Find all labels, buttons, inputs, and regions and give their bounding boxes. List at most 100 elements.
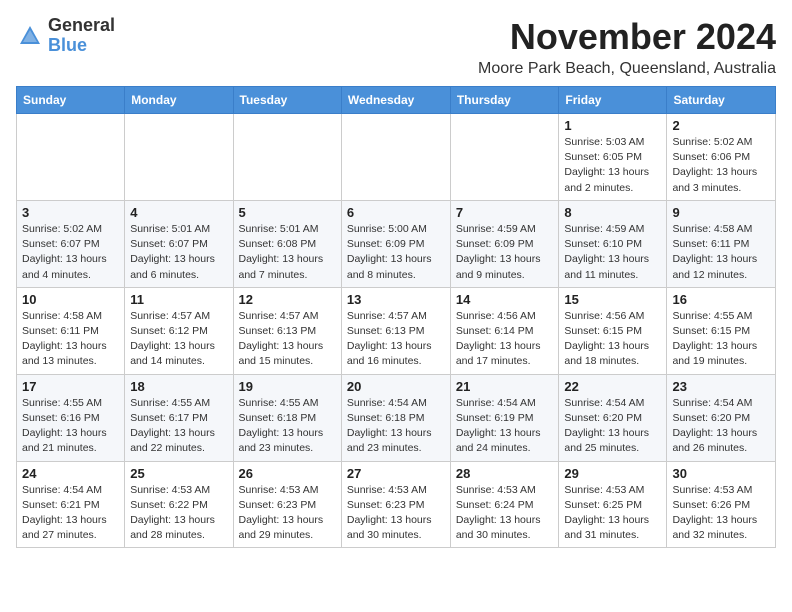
calendar-cell: 11 Sunrise: 4:57 AMSunset: 6:12 PMDaylig… bbox=[125, 287, 233, 374]
calendar-cell bbox=[125, 114, 233, 201]
calendar-cell: 3 Sunrise: 5:02 AMSunset: 6:07 PMDayligh… bbox=[17, 200, 125, 287]
calendar-cell: 12 Sunrise: 4:57 AMSunset: 6:13 PMDaylig… bbox=[233, 287, 341, 374]
day-detail: Sunrise: 4:56 AMSunset: 6:14 PMDaylight:… bbox=[456, 310, 541, 368]
calendar-cell: 8 Sunrise: 4:59 AMSunset: 6:10 PMDayligh… bbox=[559, 200, 667, 287]
day-detail: Sunrise: 4:53 AMSunset: 6:26 PMDaylight:… bbox=[672, 484, 757, 542]
calendar-cell bbox=[233, 114, 341, 201]
weekday-header: Saturday bbox=[667, 87, 776, 114]
page-header: General Blue November 2024 Moore Park Be… bbox=[16, 16, 776, 78]
day-number: 11 bbox=[130, 292, 227, 307]
logo: General Blue bbox=[16, 16, 115, 56]
day-number: 10 bbox=[22, 292, 119, 307]
day-number: 8 bbox=[564, 205, 661, 220]
logo-icon bbox=[16, 22, 44, 50]
day-detail: Sunrise: 5:02 AMSunset: 6:07 PMDaylight:… bbox=[22, 223, 107, 281]
logo-text: General Blue bbox=[48, 16, 115, 56]
day-detail: Sunrise: 4:56 AMSunset: 6:15 PMDaylight:… bbox=[564, 310, 649, 368]
calendar-cell: 9 Sunrise: 4:58 AMSunset: 6:11 PMDayligh… bbox=[667, 200, 776, 287]
day-number: 23 bbox=[672, 379, 770, 394]
day-number: 24 bbox=[22, 466, 119, 481]
day-detail: Sunrise: 4:58 AMSunset: 6:11 PMDaylight:… bbox=[22, 310, 107, 368]
calendar-cell: 1 Sunrise: 5:03 AMSunset: 6:05 PMDayligh… bbox=[559, 114, 667, 201]
calendar-table: SundayMondayTuesdayWednesdayThursdayFrid… bbox=[16, 86, 776, 548]
day-number: 16 bbox=[672, 292, 770, 307]
day-detail: Sunrise: 4:54 AMSunset: 6:18 PMDaylight:… bbox=[347, 397, 432, 455]
day-number: 3 bbox=[22, 205, 119, 220]
calendar-week-row: 3 Sunrise: 5:02 AMSunset: 6:07 PMDayligh… bbox=[17, 200, 776, 287]
calendar-cell bbox=[17, 114, 125, 201]
calendar-cell: 5 Sunrise: 5:01 AMSunset: 6:08 PMDayligh… bbox=[233, 200, 341, 287]
calendar-cell: 14 Sunrise: 4:56 AMSunset: 6:14 PMDaylig… bbox=[450, 287, 559, 374]
calendar-cell: 10 Sunrise: 4:58 AMSunset: 6:11 PMDaylig… bbox=[17, 287, 125, 374]
day-number: 1 bbox=[564, 118, 661, 133]
day-detail: Sunrise: 4:53 AMSunset: 6:24 PMDaylight:… bbox=[456, 484, 541, 542]
weekday-header: Friday bbox=[559, 87, 667, 114]
day-number: 27 bbox=[347, 466, 445, 481]
calendar-cell: 19 Sunrise: 4:55 AMSunset: 6:18 PMDaylig… bbox=[233, 374, 341, 461]
day-detail: Sunrise: 4:57 AMSunset: 6:13 PMDaylight:… bbox=[347, 310, 432, 368]
day-number: 5 bbox=[239, 205, 336, 220]
day-detail: Sunrise: 5:01 AMSunset: 6:08 PMDaylight:… bbox=[239, 223, 324, 281]
calendar-cell: 28 Sunrise: 4:53 AMSunset: 6:24 PMDaylig… bbox=[450, 461, 559, 548]
weekday-header: Tuesday bbox=[233, 87, 341, 114]
weekday-header: Monday bbox=[125, 87, 233, 114]
day-number: 18 bbox=[130, 379, 227, 394]
calendar-cell: 16 Sunrise: 4:55 AMSunset: 6:15 PMDaylig… bbox=[667, 287, 776, 374]
day-number: 7 bbox=[456, 205, 554, 220]
day-number: 2 bbox=[672, 118, 770, 133]
day-number: 25 bbox=[130, 466, 227, 481]
day-detail: Sunrise: 4:54 AMSunset: 6:20 PMDaylight:… bbox=[564, 397, 649, 455]
day-number: 22 bbox=[564, 379, 661, 394]
calendar-cell bbox=[341, 114, 450, 201]
day-detail: Sunrise: 4:59 AMSunset: 6:09 PMDaylight:… bbox=[456, 223, 541, 281]
logo-general-text: General bbox=[48, 15, 115, 35]
calendar-cell: 6 Sunrise: 5:00 AMSunset: 6:09 PMDayligh… bbox=[341, 200, 450, 287]
day-detail: Sunrise: 4:55 AMSunset: 6:16 PMDaylight:… bbox=[22, 397, 107, 455]
calendar-week-row: 17 Sunrise: 4:55 AMSunset: 6:16 PMDaylig… bbox=[17, 374, 776, 461]
day-number: 28 bbox=[456, 466, 554, 481]
day-number: 9 bbox=[672, 205, 770, 220]
day-detail: Sunrise: 4:53 AMSunset: 6:25 PMDaylight:… bbox=[564, 484, 649, 542]
calendar-header-row: SundayMondayTuesdayWednesdayThursdayFrid… bbox=[17, 87, 776, 114]
day-number: 12 bbox=[239, 292, 336, 307]
day-number: 20 bbox=[347, 379, 445, 394]
calendar-week-row: 24 Sunrise: 4:54 AMSunset: 6:21 PMDaylig… bbox=[17, 461, 776, 548]
day-number: 13 bbox=[347, 292, 445, 307]
day-detail: Sunrise: 4:55 AMSunset: 6:18 PMDaylight:… bbox=[239, 397, 324, 455]
day-number: 14 bbox=[456, 292, 554, 307]
day-detail: Sunrise: 5:01 AMSunset: 6:07 PMDaylight:… bbox=[130, 223, 215, 281]
title-block: November 2024 Moore Park Beach, Queensla… bbox=[478, 16, 776, 78]
calendar-cell: 21 Sunrise: 4:54 AMSunset: 6:19 PMDaylig… bbox=[450, 374, 559, 461]
weekday-header: Sunday bbox=[17, 87, 125, 114]
day-detail: Sunrise: 4:53 AMSunset: 6:22 PMDaylight:… bbox=[130, 484, 215, 542]
calendar-week-row: 10 Sunrise: 4:58 AMSunset: 6:11 PMDaylig… bbox=[17, 287, 776, 374]
day-number: 21 bbox=[456, 379, 554, 394]
calendar-cell: 4 Sunrise: 5:01 AMSunset: 6:07 PMDayligh… bbox=[125, 200, 233, 287]
day-detail: Sunrise: 4:57 AMSunset: 6:13 PMDaylight:… bbox=[239, 310, 324, 368]
day-detail: Sunrise: 4:53 AMSunset: 6:23 PMDaylight:… bbox=[239, 484, 324, 542]
calendar-cell: 26 Sunrise: 4:53 AMSunset: 6:23 PMDaylig… bbox=[233, 461, 341, 548]
day-detail: Sunrise: 4:57 AMSunset: 6:12 PMDaylight:… bbox=[130, 310, 215, 368]
day-detail: Sunrise: 5:00 AMSunset: 6:09 PMDaylight:… bbox=[347, 223, 432, 281]
calendar-cell: 22 Sunrise: 4:54 AMSunset: 6:20 PMDaylig… bbox=[559, 374, 667, 461]
day-number: 30 bbox=[672, 466, 770, 481]
calendar-cell: 27 Sunrise: 4:53 AMSunset: 6:23 PMDaylig… bbox=[341, 461, 450, 548]
day-detail: Sunrise: 4:55 AMSunset: 6:17 PMDaylight:… bbox=[130, 397, 215, 455]
calendar-cell: 29 Sunrise: 4:53 AMSunset: 6:25 PMDaylig… bbox=[559, 461, 667, 548]
calendar-cell: 30 Sunrise: 4:53 AMSunset: 6:26 PMDaylig… bbox=[667, 461, 776, 548]
day-detail: Sunrise: 5:03 AMSunset: 6:05 PMDaylight:… bbox=[564, 136, 649, 194]
day-number: 26 bbox=[239, 466, 336, 481]
logo-blue-text: Blue bbox=[48, 35, 87, 55]
calendar-cell: 24 Sunrise: 4:54 AMSunset: 6:21 PMDaylig… bbox=[17, 461, 125, 548]
day-detail: Sunrise: 4:55 AMSunset: 6:15 PMDaylight:… bbox=[672, 310, 757, 368]
day-detail: Sunrise: 4:59 AMSunset: 6:10 PMDaylight:… bbox=[564, 223, 649, 281]
calendar-cell: 18 Sunrise: 4:55 AMSunset: 6:17 PMDaylig… bbox=[125, 374, 233, 461]
day-detail: Sunrise: 4:54 AMSunset: 6:21 PMDaylight:… bbox=[22, 484, 107, 542]
calendar-cell: 20 Sunrise: 4:54 AMSunset: 6:18 PMDaylig… bbox=[341, 374, 450, 461]
calendar-cell: 2 Sunrise: 5:02 AMSunset: 6:06 PMDayligh… bbox=[667, 114, 776, 201]
day-number: 19 bbox=[239, 379, 336, 394]
weekday-header: Thursday bbox=[450, 87, 559, 114]
weekday-header: Wednesday bbox=[341, 87, 450, 114]
day-number: 17 bbox=[22, 379, 119, 394]
calendar-cell: 23 Sunrise: 4:54 AMSunset: 6:20 PMDaylig… bbox=[667, 374, 776, 461]
